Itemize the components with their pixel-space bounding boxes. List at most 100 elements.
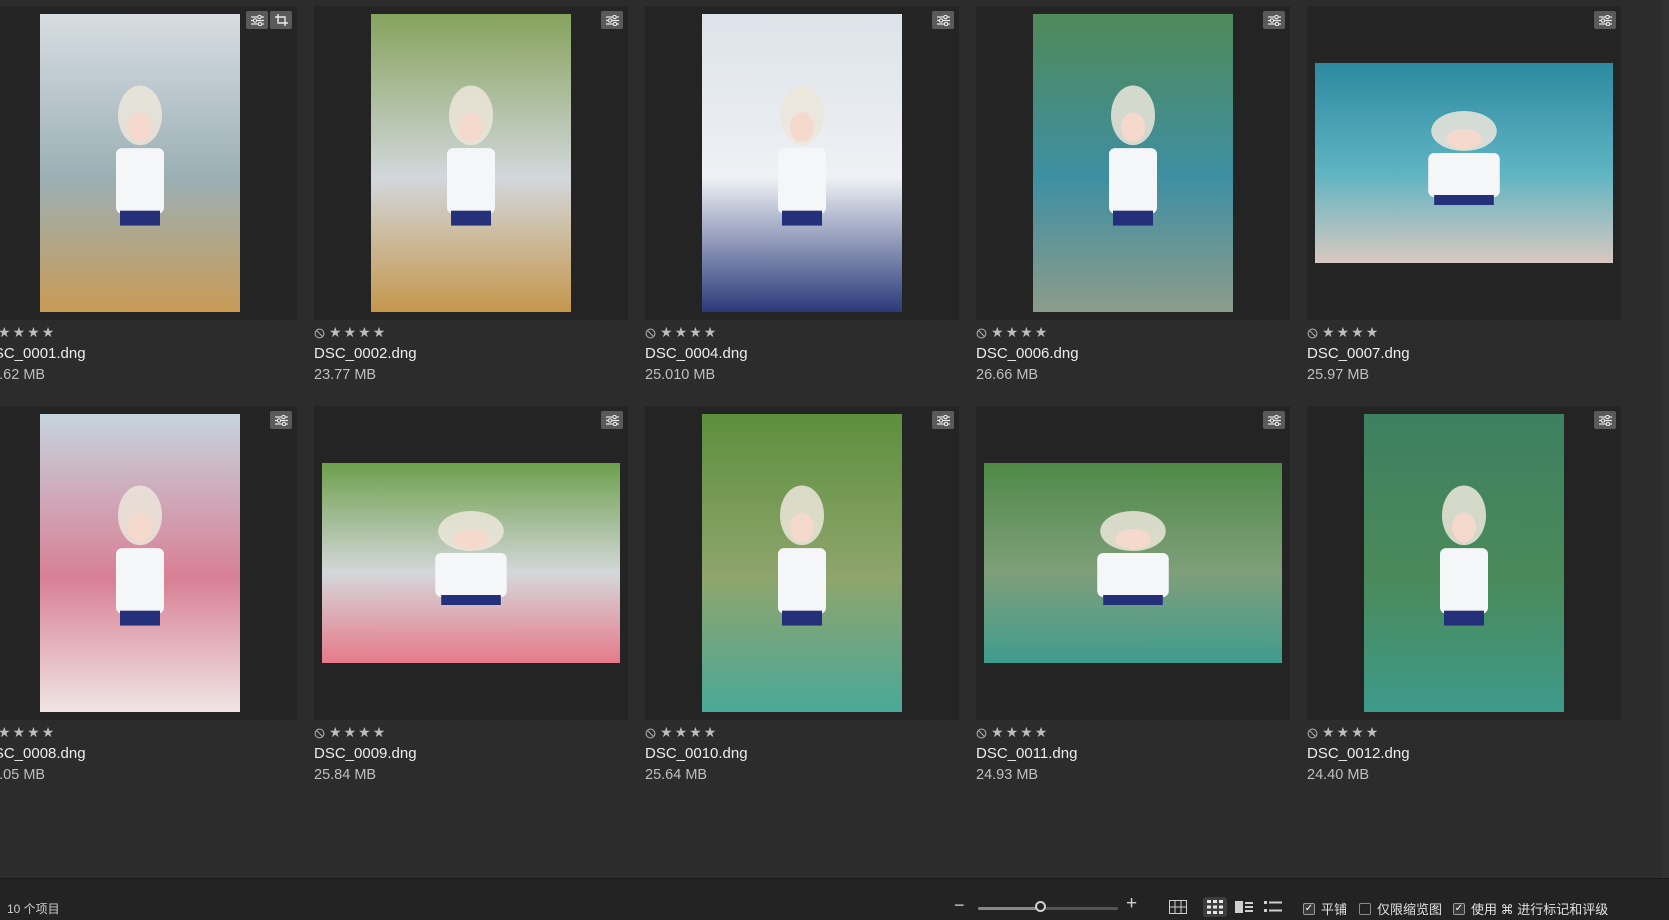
- star-icon[interactable]: ★: [704, 326, 717, 340]
- star-icon[interactable]: ★: [704, 726, 717, 740]
- star-icon[interactable]: ★: [675, 326, 688, 340]
- zoom-slider[interactable]: [978, 907, 1118, 910]
- star-icon[interactable]: ★: [1006, 726, 1019, 740]
- star-icon[interactable]: ★: [13, 326, 26, 340]
- command-rating-checkbox[interactable]: ✓ 使用 ⌘ 进行标记和评级: [1453, 899, 1608, 918]
- reject-icon[interactable]: [1307, 727, 1320, 740]
- zoom-slider-thumb[interactable]: [1035, 901, 1046, 912]
- star-icon[interactable]: ★: [1020, 326, 1033, 340]
- adjust-icon[interactable]: [601, 411, 623, 429]
- view-grid-small-button[interactable]: [1203, 897, 1227, 917]
- star-icon[interactable]: ★: [991, 326, 1004, 340]
- adjust-icon[interactable]: [932, 11, 954, 29]
- photo-thumbnail[interactable]: [984, 463, 1282, 663]
- thumbnails-only-checkbox[interactable]: 仅限缩览图: [1359, 899, 1442, 918]
- star-icon[interactable]: ★: [991, 726, 1004, 740]
- star-icon[interactable]: ★: [373, 326, 386, 340]
- adjust-icon[interactable]: [270, 411, 292, 429]
- rating-control[interactable]: ★ ★ ★ ★: [1307, 326, 1621, 340]
- star-icon[interactable]: ★: [689, 726, 702, 740]
- star-icon[interactable]: ★: [358, 726, 371, 740]
- reject-icon[interactable]: [1307, 327, 1320, 340]
- star-icon[interactable]: ★: [0, 726, 11, 740]
- thumbnail-tile[interactable]: ★ ★ ★ ★ DSC_0004.dng 25.010 MB: [645, 6, 959, 385]
- adjust-icon[interactable]: [601, 11, 623, 29]
- rating-control[interactable]: ★ ★ ★ ★: [314, 326, 628, 340]
- photo-thumbnail[interactable]: [1033, 14, 1233, 312]
- crop-icon[interactable]: [270, 11, 292, 29]
- scroll-strip[interactable]: [1661, 0, 1669, 878]
- photo-thumbnail[interactable]: [322, 463, 620, 663]
- thumbnail-cell[interactable]: [1307, 406, 1621, 720]
- thumbnail-cell[interactable]: [314, 6, 628, 320]
- star-icon[interactable]: ★: [675, 726, 688, 740]
- tile-checkbox[interactable]: ✓ 平铺: [1303, 899, 1347, 918]
- thumbnail-tile[interactable]: ★ ★ ★ ★ DSC_0002.dng 23.77 MB: [314, 6, 628, 385]
- star-icon[interactable]: ★: [1322, 726, 1335, 740]
- thumbnail-tile[interactable]: ★★★★DSC_0001.dng23.62 MB: [0, 6, 297, 385]
- thumbnail-tile[interactable]: ★ ★ ★ ★ DSC_0009.dng 25.84 MB: [314, 406, 628, 785]
- adjust-icon[interactable]: [1263, 11, 1285, 29]
- rating-control[interactable]: ★ ★ ★ ★: [645, 326, 959, 340]
- rating-control[interactable]: ★ ★ ★ ★: [645, 726, 959, 740]
- adjust-icon[interactable]: [1594, 411, 1616, 429]
- star-icon[interactable]: ★: [1351, 726, 1364, 740]
- photo-thumbnail[interactable]: [1315, 63, 1613, 263]
- command-rating-checkbox-box[interactable]: ✓: [1453, 902, 1465, 915]
- star-icon[interactable]: ★: [344, 726, 357, 740]
- thumbnail-tile[interactable]: ★ ★ ★ ★ DSC_0012.dng 24.40 MB: [1307, 406, 1621, 785]
- thumbnail-cell[interactable]: [1307, 6, 1621, 320]
- thumbnail-tile[interactable]: ★★★★DSC_0008.dng25.05 MB: [0, 406, 297, 785]
- star-icon[interactable]: ★: [344, 326, 357, 340]
- star-icon[interactable]: ★: [1035, 726, 1048, 740]
- star-icon[interactable]: ★: [1020, 726, 1033, 740]
- rating-control[interactable]: ★ ★ ★ ★: [314, 726, 628, 740]
- rating-control[interactable]: ★ ★ ★ ★: [976, 326, 1290, 340]
- photo-thumbnail[interactable]: [702, 414, 902, 712]
- photo-thumbnail[interactable]: [371, 14, 571, 312]
- rating-control[interactable]: ★ ★ ★ ★: [1307, 726, 1621, 740]
- view-filmstrip-button[interactable]: [1232, 897, 1256, 917]
- thumbnail-tile[interactable]: ★ ★ ★ ★ DSC_0011.dng 24.93 MB: [976, 406, 1290, 785]
- photo-thumbnail[interactable]: [702, 14, 902, 312]
- thumbnail-tile[interactable]: ★ ★ ★ ★ DSC_0006.dng 26.66 MB: [976, 6, 1290, 385]
- star-icon[interactable]: ★: [329, 326, 342, 340]
- star-icon[interactable]: ★: [1035, 326, 1048, 340]
- thumbnail-cell[interactable]: [314, 406, 628, 720]
- zoom-in-icon[interactable]: +: [1126, 893, 1137, 915]
- thumbnail-cell[interactable]: [0, 6, 297, 320]
- star-icon[interactable]: ★: [1366, 326, 1379, 340]
- star-icon[interactable]: ★: [1322, 326, 1335, 340]
- photo-thumbnail[interactable]: [40, 14, 240, 312]
- rating-control[interactable]: ★ ★ ★ ★: [0, 326, 297, 340]
- star-icon[interactable]: ★: [27, 326, 40, 340]
- reject-icon[interactable]: [645, 727, 658, 740]
- star-icon[interactable]: ★: [0, 326, 11, 340]
- star-icon[interactable]: ★: [13, 726, 26, 740]
- star-icon[interactable]: ★: [1351, 326, 1364, 340]
- adjust-icon[interactable]: [932, 411, 954, 429]
- star-icon[interactable]: ★: [358, 326, 371, 340]
- star-icon[interactable]: ★: [42, 326, 55, 340]
- thumbnail-cell[interactable]: [976, 6, 1290, 320]
- adjust-icon[interactable]: [1263, 411, 1285, 429]
- reject-icon[interactable]: [976, 327, 989, 340]
- rating-control[interactable]: ★ ★ ★ ★: [0, 726, 297, 740]
- thumbnail-cell[interactable]: [976, 406, 1290, 720]
- star-icon[interactable]: ★: [1006, 326, 1019, 340]
- adjust-icon[interactable]: [1594, 11, 1616, 29]
- rating-control[interactable]: ★ ★ ★ ★: [976, 726, 1290, 740]
- zoom-out-icon[interactable]: −: [954, 895, 965, 916]
- star-icon[interactable]: ★: [660, 726, 673, 740]
- star-icon[interactable]: ★: [27, 726, 40, 740]
- thumbnail-cell[interactable]: [645, 6, 959, 320]
- adjust-icon[interactable]: [246, 11, 268, 29]
- thumbnail-cell[interactable]: [645, 406, 959, 720]
- photo-thumbnail[interactable]: [40, 414, 240, 712]
- reject-icon[interactable]: [314, 327, 327, 340]
- photo-thumbnail[interactable]: [1364, 414, 1564, 712]
- star-icon[interactable]: ★: [689, 326, 702, 340]
- reject-icon[interactable]: [976, 727, 989, 740]
- star-icon[interactable]: ★: [660, 326, 673, 340]
- star-icon[interactable]: ★: [373, 726, 386, 740]
